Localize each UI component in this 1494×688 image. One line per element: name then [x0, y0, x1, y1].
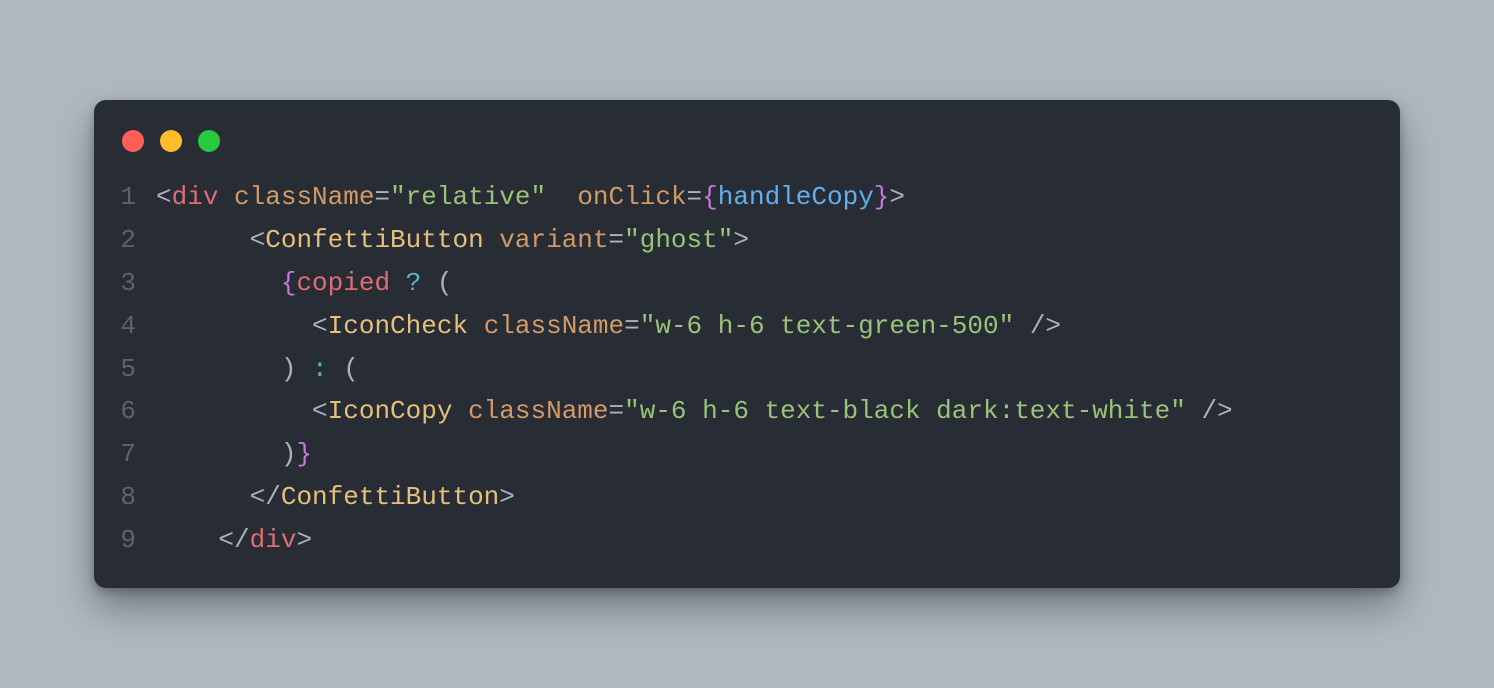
- code-token: [156, 311, 312, 341]
- code-token: />: [1030, 311, 1061, 341]
- close-icon[interactable]: [122, 130, 144, 152]
- code-line[interactable]: 2 <ConfettiButton variant="ghost">: [120, 219, 1374, 262]
- code-token: =: [624, 311, 640, 341]
- code-token: {: [281, 268, 297, 298]
- line-number: 1: [120, 176, 156, 219]
- code-token: [390, 268, 406, 298]
- line-number: 9: [120, 519, 156, 562]
- code-token: >: [733, 225, 749, 255]
- code-token: [328, 354, 344, 384]
- line-number: 5: [120, 348, 156, 391]
- code-line[interactable]: 4 <IconCheck className="w-6 h-6 text-gre…: [120, 305, 1374, 348]
- code-token: >: [889, 182, 905, 212]
- code-token: [296, 354, 312, 384]
- minimize-icon[interactable]: [160, 130, 182, 152]
- code-token: =: [609, 225, 625, 255]
- code-token: <: [156, 182, 172, 212]
- code-token: "w-6 h-6 text-green-500": [640, 311, 1014, 341]
- code-token: IconCheck: [328, 311, 468, 341]
- code-token: [156, 225, 250, 255]
- code-token: <: [312, 396, 328, 426]
- line-number: 7: [120, 433, 156, 476]
- line-content[interactable]: <ConfettiButton variant="ghost">: [156, 219, 1374, 262]
- code-token: [1014, 311, 1030, 341]
- line-content[interactable]: <div className="relative" onClick={handl…: [156, 176, 1374, 219]
- code-token: >: [296, 525, 312, 555]
- code-token: [218, 182, 234, 212]
- line-number: 6: [120, 390, 156, 433]
- code-token: onClick: [577, 182, 686, 212]
- code-token: "ghost": [624, 225, 733, 255]
- code-token: ?: [406, 268, 422, 298]
- code-token: <: [312, 311, 328, 341]
- code-token: [156, 396, 312, 426]
- code-token: [421, 268, 437, 298]
- code-token: </: [250, 482, 281, 512]
- line-number: 2: [120, 219, 156, 262]
- code-token: :: [312, 354, 328, 384]
- code-token: [484, 225, 500, 255]
- code-token: {: [702, 182, 718, 212]
- code-line[interactable]: 7 )}: [120, 433, 1374, 476]
- code-token: [156, 354, 281, 384]
- code-token: [156, 525, 218, 555]
- line-number: 4: [120, 305, 156, 348]
- zoom-icon[interactable]: [198, 130, 220, 152]
- line-content[interactable]: {copied ? (: [156, 262, 1374, 305]
- code-token: =: [374, 182, 390, 212]
- code-token: handleCopy: [718, 182, 874, 212]
- line-number: 8: [120, 476, 156, 519]
- code-token: div: [250, 525, 297, 555]
- code-token: className: [234, 182, 374, 212]
- code-token: "relative": [390, 182, 546, 212]
- code-token: className: [484, 311, 624, 341]
- line-number: 3: [120, 262, 156, 305]
- code-token: </: [218, 525, 249, 555]
- code-line[interactable]: 8 </ConfettiButton>: [120, 476, 1374, 519]
- code-line[interactable]: 5 ) : (: [120, 348, 1374, 391]
- code-token: [156, 482, 250, 512]
- line-content[interactable]: <IconCheck className="w-6 h-6 text-green…: [156, 305, 1374, 348]
- code-token: />: [1201, 396, 1232, 426]
- code-token: [452, 396, 468, 426]
- code-token: [156, 439, 281, 469]
- code-token: [468, 311, 484, 341]
- line-content[interactable]: <IconCopy className="w-6 h-6 text-black …: [156, 390, 1374, 433]
- code-window: 1<div className="relative" onClick={hand…: [94, 100, 1400, 588]
- code-token: <: [250, 225, 266, 255]
- code-token: [156, 268, 281, 298]
- line-content[interactable]: </div>: [156, 519, 1374, 562]
- code-token: className: [468, 396, 608, 426]
- code-token: =: [687, 182, 703, 212]
- line-content[interactable]: ) : (: [156, 348, 1374, 391]
- line-content[interactable]: </ConfettiButton>: [156, 476, 1374, 519]
- code-line[interactable]: 6 <IconCopy className="w-6 h-6 text-blac…: [120, 390, 1374, 433]
- code-token: [546, 182, 577, 212]
- code-token: ): [281, 354, 297, 384]
- code-token: ConfettiButton: [265, 225, 483, 255]
- code-token: ): [281, 439, 297, 469]
- code-token: "w-6 h-6 text-black dark:text-white": [624, 396, 1186, 426]
- code-token: (: [437, 268, 453, 298]
- code-token: }: [296, 439, 312, 469]
- code-token: IconCopy: [328, 396, 453, 426]
- code-editor[interactable]: 1<div className="relative" onClick={hand…: [120, 176, 1374, 562]
- code-token: (: [343, 354, 359, 384]
- code-token: variant: [499, 225, 608, 255]
- code-line[interactable]: 1<div className="relative" onClick={hand…: [120, 176, 1374, 219]
- code-line[interactable]: 9 </div>: [120, 519, 1374, 562]
- code-token: ConfettiButton: [281, 482, 499, 512]
- code-token: div: [172, 182, 219, 212]
- code-token: >: [499, 482, 515, 512]
- code-token: =: [609, 396, 625, 426]
- code-token: copied: [296, 268, 390, 298]
- code-line[interactable]: 3 {copied ? (: [120, 262, 1374, 305]
- code-token: [1186, 396, 1202, 426]
- window-traffic-lights: [120, 124, 1374, 176]
- code-token: }: [874, 182, 890, 212]
- line-content[interactable]: )}: [156, 433, 1374, 476]
